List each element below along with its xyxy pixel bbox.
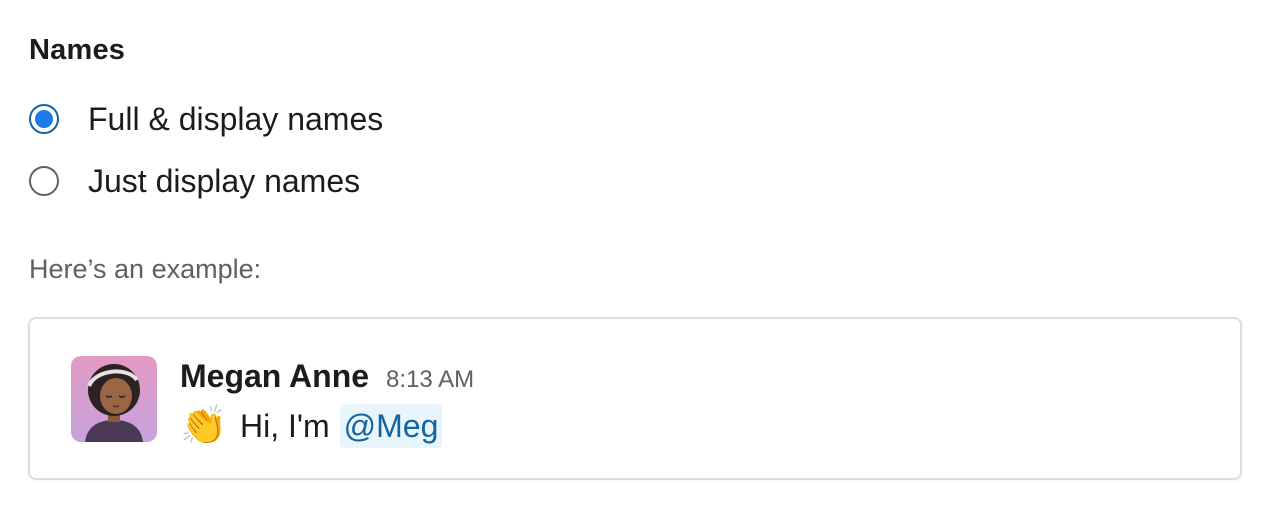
user-mention[interactable]: @Meg bbox=[339, 404, 443, 448]
message-timestamp[interactable]: 8:13 AM bbox=[386, 359, 474, 401]
avatar bbox=[71, 356, 157, 442]
message-header: Megan Anne 8:13 AM bbox=[180, 355, 474, 401]
names-preferences-panel: Names Full & display names Just display … bbox=[0, 0, 1280, 518]
sender-name[interactable]: Megan Anne bbox=[180, 355, 369, 397]
radio-option-just-display-names[interactable]: Just display names bbox=[29, 159, 360, 203]
message-text: Hi, I'm bbox=[240, 408, 330, 444]
example-message-card: Megan Anne 8:13 AM 👏 Hi, I'm @Meg bbox=[28, 317, 1242, 480]
radio-label[interactable]: Full & display names bbox=[88, 97, 383, 141]
radio-button-checked[interactable] bbox=[29, 104, 59, 134]
message-body: 👏 Hi, I'm @Meg bbox=[180, 403, 443, 449]
section-title: Names bbox=[29, 34, 126, 66]
radio-button-unchecked[interactable] bbox=[29, 166, 59, 196]
radio-option-full-and-display-names[interactable]: Full & display names bbox=[29, 97, 383, 141]
clapping-hands-emoji: 👏 bbox=[180, 405, 228, 447]
radio-label[interactable]: Just display names bbox=[88, 159, 360, 203]
avatar-illustration bbox=[71, 356, 157, 442]
example-hint: Here’s an example: bbox=[29, 254, 262, 284]
